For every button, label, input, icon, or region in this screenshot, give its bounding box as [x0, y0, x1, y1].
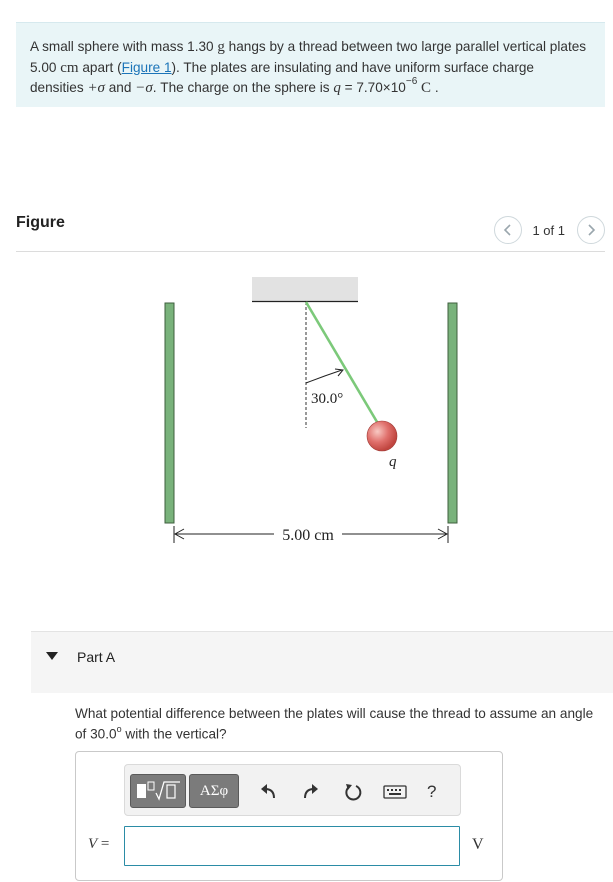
redo-button[interactable]: [299, 780, 323, 804]
figure-header: Figure 1 of 1: [16, 214, 605, 252]
collapse-arrow-icon[interactable]: [46, 652, 58, 660]
pager-text: 1 of 1: [532, 222, 565, 238]
mass-unit: g: [217, 39, 225, 55]
left-plate: [164, 302, 175, 524]
problem-text: A small sphere with mass 1.30: [30, 39, 218, 54]
variable-label: V =: [88, 836, 109, 853]
templates-icon: [137, 781, 180, 801]
redo-icon: [304, 784, 318, 799]
chevron-right-icon: [588, 224, 596, 236]
question-part2: with the vertical?: [121, 726, 227, 742]
problem-text: .: [431, 80, 439, 95]
angle-arc: [305, 369, 343, 384]
reset-icon: [345, 784, 362, 801]
part-a-label: Part A: [77, 649, 116, 665]
figure-pager: 1 of 1: [494, 216, 605, 244]
math-toolbar: ΑΣφ ?: [124, 764, 461, 816]
charge-symbol: q: [333, 80, 341, 96]
angle-label: 30.0°: [311, 391, 343, 407]
figure-link[interactable]: Figure 1: [122, 60, 172, 75]
right-plate: [447, 302, 458, 524]
charge-label: q: [389, 454, 397, 470]
chevron-left-icon: [504, 224, 512, 236]
problem-statement: A small sphere with mass 1.30 g hangs by…: [16, 22, 605, 107]
figure-diagram: 30.0° q 5.00 cm: [16, 260, 605, 560]
distance-unit: cm: [60, 59, 79, 76]
symbols-button[interactable]: ΑΣφ: [189, 774, 239, 808]
keyboard-button[interactable]: [383, 780, 407, 804]
charged-sphere: [366, 420, 398, 452]
problem-text: and: [104, 80, 136, 95]
answer-box: ΑΣφ ? V = V: [75, 751, 503, 881]
templates-button[interactable]: [130, 774, 186, 808]
help-button[interactable]: ?: [427, 782, 436, 802]
thread: [304, 301, 382, 428]
equals-sign: =: [97, 836, 110, 852]
part-a-header[interactable]: Part A: [31, 631, 613, 693]
problem-text: apart (: [78, 59, 122, 75]
pendulum-diagram: 30.0° q 5.00 cm: [164, 277, 458, 544]
plus-sigma: +σ: [87, 80, 105, 96]
problem-text: = 7.70×10: [340, 80, 406, 95]
charge-exponent: −6: [405, 76, 418, 88]
question-text: What potential difference between the pl…: [75, 705, 595, 743]
figure-title: Figure: [16, 214, 65, 231]
charge-unit: C: [421, 80, 432, 96]
unit-label: V: [472, 836, 484, 853]
problem-text: . The charge on the sphere is: [152, 80, 334, 95]
question-degree: o: [116, 724, 122, 734]
distance-label: 5.00 cm: [282, 527, 334, 544]
reset-button[interactable]: [341, 780, 365, 804]
keyboard-icon: [383, 785, 407, 799]
angle-arrowhead: [334, 368, 344, 377]
variable-symbol: V: [88, 836, 98, 852]
next-figure-button[interactable]: [577, 216, 605, 244]
ceiling-support: [252, 277, 358, 301]
answer-input[interactable]: [124, 826, 460, 866]
undo-icon: [261, 784, 275, 799]
minus-sigma: −σ: [135, 80, 153, 96]
undo-button[interactable]: [256, 780, 280, 804]
previous-figure-button[interactable]: [494, 216, 523, 244]
